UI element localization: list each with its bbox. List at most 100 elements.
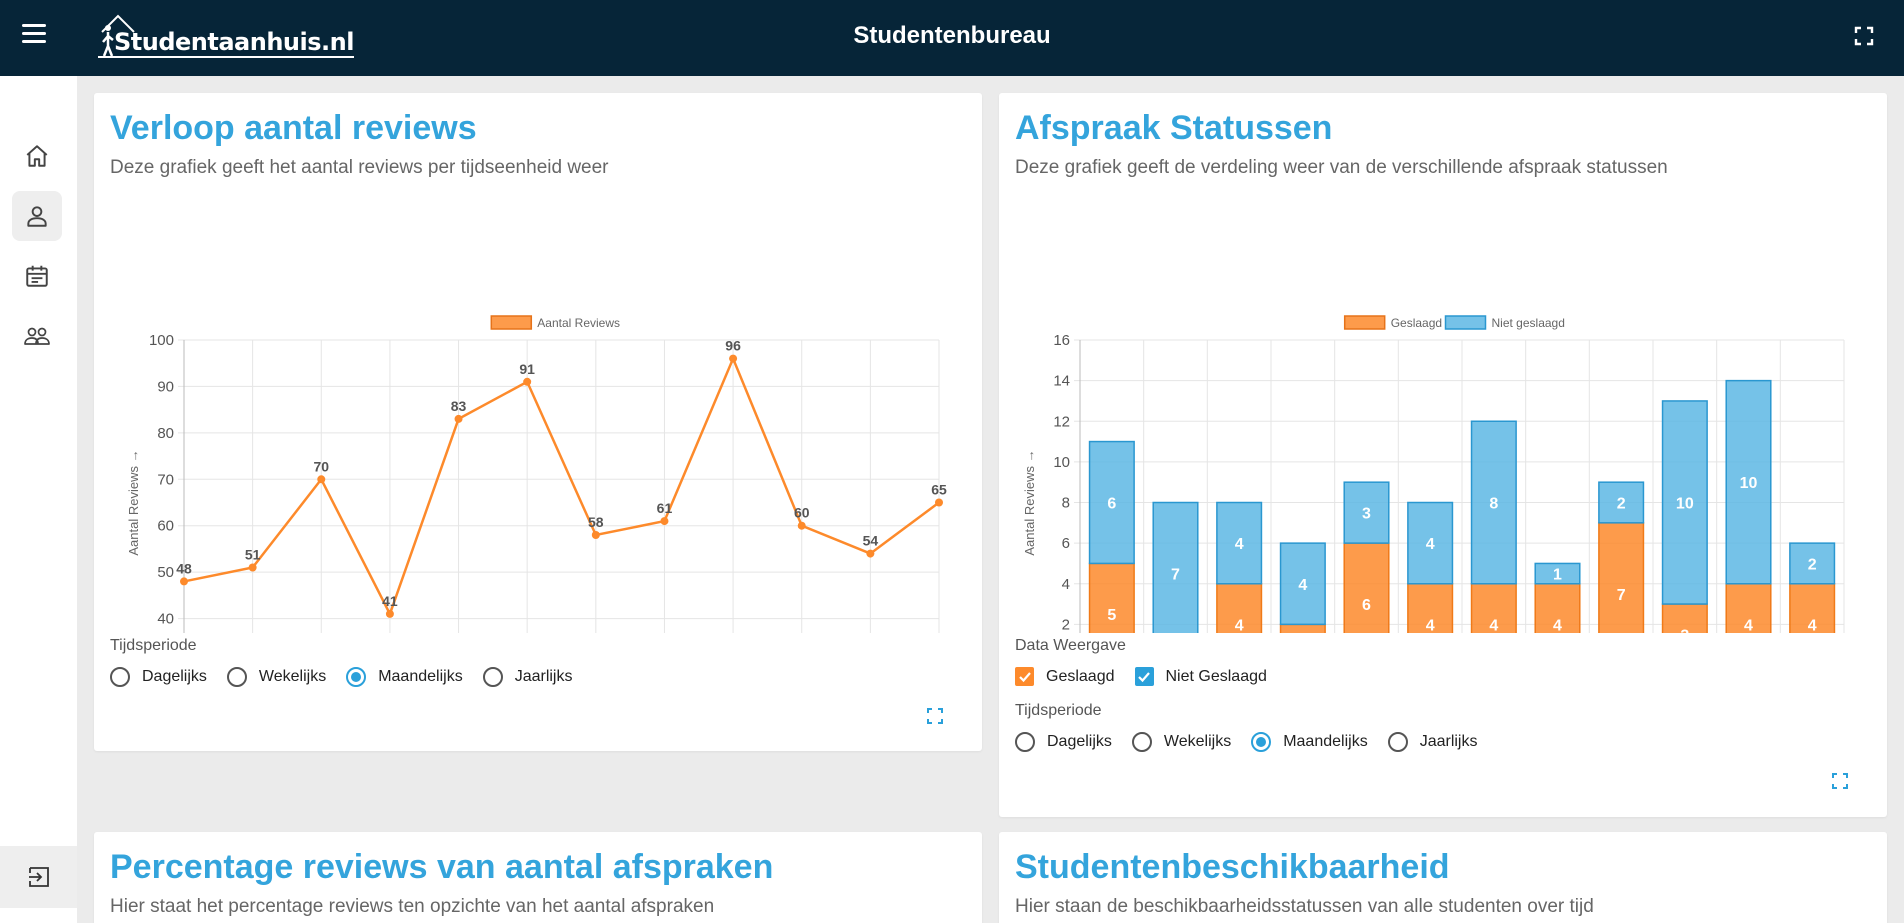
checkbox[interactable] [1134, 667, 1154, 686]
card-title: Verloop aantal reviews [110, 109, 477, 147]
data-point [180, 577, 188, 586]
data-label: 10 [1740, 475, 1758, 492]
period-option-dagelijks[interactable]: Dagelijks [1015, 732, 1112, 752]
data-label: 7 [1171, 567, 1180, 584]
data-label: 4 [1808, 617, 1817, 633]
data-point [454, 414, 463, 423]
logo-house-icon [101, 14, 135, 57]
radio-button[interactable] [482, 667, 503, 687]
option-label: Niet Geslaagd [1165, 667, 1267, 685]
sidebar-item-groups[interactable] [12, 311, 62, 361]
option-label: Dagelijks [1047, 733, 1112, 750]
option-label: Wekelijks [258, 668, 327, 685]
data-label: 4 [1235, 617, 1244, 633]
period-option-wekelijks[interactable]: Wekelijks [226, 667, 327, 687]
data-label: 4 [1489, 617, 1498, 633]
y-tick-label: 14 [1053, 373, 1070, 390]
bar-segment [1279, 623, 1326, 633]
legend-label: Niet geslaagd [1492, 316, 1565, 330]
card-subtitle: Deze grafiek geeft het aantal reviews pe… [110, 157, 609, 178]
y-tick-label: 50 [157, 564, 174, 581]
period-option-jaarlijks[interactable]: Jaarlijks [482, 667, 573, 687]
sidebar-item-users[interactable] [12, 191, 62, 241]
legend-label: Geslaagd [1391, 316, 1442, 330]
radio-button[interactable] [346, 667, 367, 687]
radio-button[interactable] [1251, 732, 1272, 752]
data-label: 1 [1553, 567, 1562, 584]
period-option-jaarlijks[interactable]: Jaarlijks [1387, 732, 1478, 752]
sidebar-item-calendar[interactable] [12, 251, 62, 301]
hamburger-icon[interactable] [22, 24, 56, 50]
data-label: 70 [313, 458, 329, 474]
data-point [935, 498, 943, 507]
expand-icon[interactable] [927, 708, 943, 724]
data-point [729, 354, 738, 363]
data-option-niet-geslaagd[interactable]: Niet Geslaagd [1134, 667, 1267, 686]
expand-icon[interactable] [1832, 773, 1848, 789]
data-point [385, 609, 394, 618]
data-label: 4 [1298, 577, 1307, 594]
option-label: Jaarlijks [514, 668, 573, 685]
data-label: 7 [1617, 587, 1626, 604]
status-card: Afspraak Statussen Deze grafiek geeft de… [999, 93, 1887, 817]
data-point [523, 377, 532, 386]
data-option-geslaagd[interactable]: Geslaagd [1015, 667, 1115, 686]
radio-button[interactable] [226, 667, 247, 687]
y-tick-label: 4 [1062, 576, 1070, 593]
data-label: 4 [1553, 617, 1562, 633]
data-point [591, 531, 600, 539]
legend-label: Aantal Reviews [537, 316, 620, 330]
radio-button[interactable] [110, 667, 130, 687]
sidebar [0, 76, 77, 923]
reviews-line-chart: Aantal Reviews30405060708090100Mar-2021A… [126, 315, 947, 633]
period-option-maandelijks[interactable]: Maandelijks [1251, 732, 1368, 752]
logout-button[interactable] [0, 846, 77, 908]
legend-swatch [1444, 315, 1487, 330]
option-label: Jaarlijks [1419, 733, 1478, 750]
legend-swatch [1343, 315, 1386, 330]
period-option-dagelijks[interactable]: Dagelijks [110, 667, 207, 687]
data-label: 2 [1617, 496, 1626, 513]
data-label: 65 [931, 482, 947, 498]
data-label: 58 [588, 514, 604, 530]
data-label: 4 [1426, 536, 1435, 553]
top-bar: Studentaanhuis.nl Studentenbureau [0, 0, 1904, 76]
radio-button[interactable] [1015, 732, 1035, 752]
data-label: 4 [1744, 617, 1753, 633]
sidebar-item-home[interactable] [12, 131, 62, 181]
option-label: Geslaagd [1046, 667, 1115, 685]
logo[interactable]: Studentaanhuis.nl [98, 12, 354, 58]
data-label: 6 [1107, 496, 1116, 513]
card-subtitle: Hier staan de beschikbaarheidsstatussen … [1015, 896, 1594, 917]
data-label: 4 [1235, 536, 1244, 553]
y-tick-label: 10 [1053, 454, 1070, 471]
data-point [317, 475, 326, 484]
checkbox[interactable] [1015, 667, 1034, 686]
card-subtitle: Deze grafiek geeft de verdeling weer van… [1015, 157, 1668, 178]
data-label: 6 [1362, 597, 1371, 614]
y-tick-label: 8 [1062, 495, 1070, 512]
logout-icon [28, 867, 49, 887]
radio-button[interactable] [1387, 732, 1408, 752]
home-icon [26, 145, 48, 167]
y-tick-label: 80 [157, 425, 174, 442]
fullscreen-icon[interactable] [1854, 26, 1874, 46]
data-checkbox-group: Geslaagd Niet Geslaagd [1015, 667, 1287, 686]
y-tick-label: 12 [1053, 413, 1070, 430]
data-label: 51 [245, 547, 261, 563]
card-title: Afspraak Statussen [1015, 109, 1333, 147]
data-point [660, 517, 669, 526]
status-bar-chart: GeslaagdNiet geslaagd0246810121416Aantal… [1022, 315, 1845, 633]
radio-button[interactable] [1131, 732, 1152, 752]
y-axis-label: Aantal Reviews → [126, 449, 141, 555]
y-tick-label: 100 [149, 332, 174, 349]
period-option-maandelijks[interactable]: Maandelijks [346, 667, 463, 687]
data-label: 83 [451, 398, 467, 414]
period-option-wekelijks[interactable]: Wekelijks [1131, 732, 1231, 752]
data-label: 3 [1680, 628, 1689, 633]
data-point [866, 549, 875, 558]
data-label: 96 [725, 338, 741, 354]
data-label: 48 [176, 560, 192, 576]
option-label: Maandelijks [1283, 733, 1368, 750]
y-axis-label: Aantal Reviews → [1022, 449, 1037, 555]
